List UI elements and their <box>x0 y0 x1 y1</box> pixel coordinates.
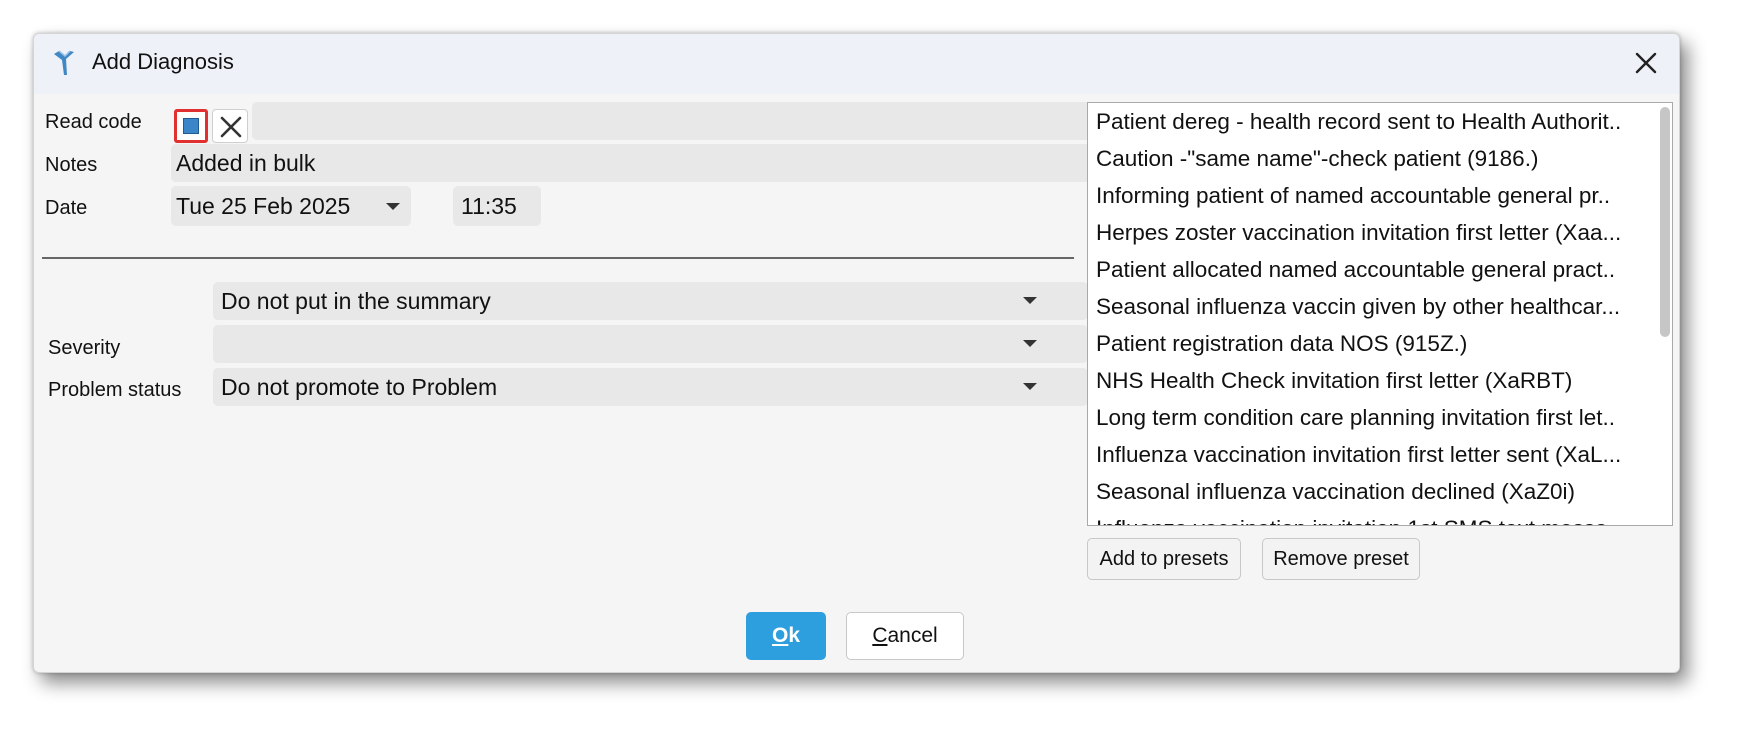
notes-field[interactable]: Added in bulk <box>171 144 1091 182</box>
list-item[interactable]: NHS Health Check invitation first letter… <box>1096 362 1656 399</box>
scrollbar-thumb[interactable] <box>1660 107 1670 337</box>
list-item[interactable]: Patient allocated named accountable gene… <box>1096 251 1656 288</box>
notes-value: Added in bulk <box>176 150 316 176</box>
list-item[interactable]: Informing patient of named accountable g… <box>1096 177 1656 214</box>
code-browser-icon <box>183 118 199 134</box>
read-code-label: Read code <box>45 111 142 133</box>
chevron-down-icon <box>1023 383 1037 390</box>
cancel-label-rest: ancel <box>887 624 938 647</box>
problem-status-dropdown[interactable]: Do not promote to Problem <box>213 368 1088 406</box>
date-value: Tue 25 Feb 2025 <box>176 193 351 219</box>
list-scrollbar[interactable] <box>1658 107 1670 519</box>
dialog-title: Add Diagnosis <box>92 49 234 74</box>
ok-label-rest: k <box>788 624 801 647</box>
notes-label: Notes <box>45 154 98 176</box>
time-value: 11:35 <box>461 193 517 219</box>
section-divider <box>42 257 1074 259</box>
presets-list[interactable]: Patient dereg - health record sent to He… <box>1087 102 1673 526</box>
problem-status-label: Problem status <box>48 379 182 401</box>
list-item[interactable]: Long term condition care planning invita… <box>1096 399 1656 436</box>
app-logo-icon <box>54 50 74 75</box>
summary-value: Do not put in the summary <box>221 288 491 314</box>
summary-dropdown[interactable]: Do not put in the summary <box>213 282 1088 320</box>
remove-preset-button[interactable]: Remove preset <box>1262 538 1420 580</box>
time-field[interactable]: 11:35 <box>453 186 541 226</box>
add-diagnosis-dialog: Add Diagnosis Read code Notes Added in b… <box>33 33 1680 673</box>
list-item[interactable]: Influenza vaccination invitation first l… <box>1096 436 1656 473</box>
clear-x-icon <box>220 116 242 138</box>
chevron-down-icon <box>1023 297 1037 304</box>
severity-dropdown[interactable] <box>213 325 1088 363</box>
list-item[interactable]: Seasonal influenza vaccination declined … <box>1096 473 1656 510</box>
list-item[interactable]: Patient registration data NOS (915Z.) <box>1096 325 1656 362</box>
list-item[interactable]: Seasonal influenza vaccin given by other… <box>1096 288 1656 325</box>
list-item[interactable]: Herpes zoster vaccination invitation fir… <box>1096 214 1656 251</box>
code-browser-button[interactable] <box>174 109 208 143</box>
cancel-button[interactable]: Cancel <box>846 612 964 660</box>
list-item[interactable]: Caution -"same name"-check patient (9186… <box>1096 140 1656 177</box>
cancel-accelerator: C <box>872 624 888 647</box>
close-icon[interactable] <box>1633 50 1659 76</box>
date-label: Date <box>45 197 88 219</box>
read-code-field[interactable] <box>252 102 1091 140</box>
title-bar: Add Diagnosis <box>34 34 1679 94</box>
chevron-down-icon <box>386 203 400 210</box>
ok-button[interactable]: Ok <box>746 612 826 660</box>
severity-label: Severity <box>48 337 121 359</box>
clear-code-button[interactable] <box>212 109 248 143</box>
list-item[interactable]: Influenza vaccination invitation 1st SMS… <box>1096 510 1656 525</box>
list-item[interactable]: Patient dereg - health record sent to He… <box>1096 103 1656 140</box>
problem-status-value: Do not promote to Problem <box>221 374 498 400</box>
ok-accelerator: O <box>771 624 789 647</box>
date-picker[interactable]: Tue 25 Feb 2025 <box>171 186 411 226</box>
chevron-down-icon <box>1023 340 1037 347</box>
add-to-presets-button[interactable]: Add to presets <box>1087 538 1241 580</box>
